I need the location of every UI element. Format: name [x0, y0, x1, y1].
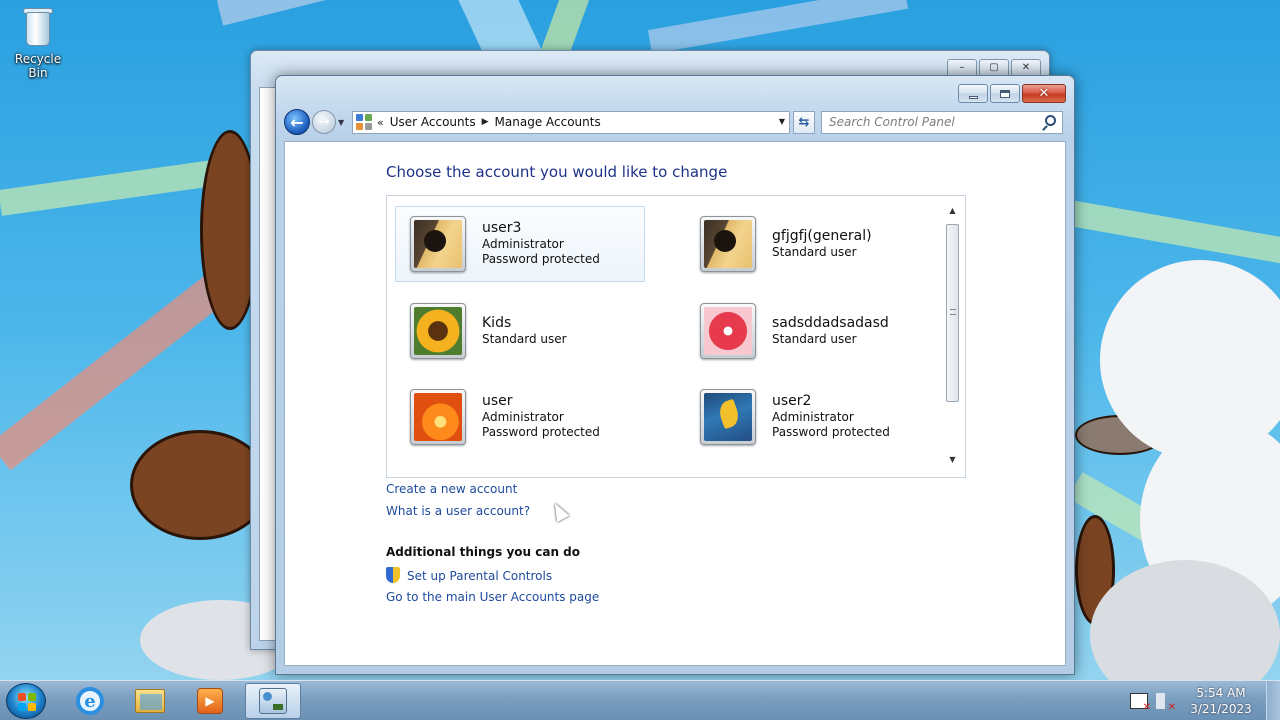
account-picture-frame [700, 389, 756, 445]
breadcrumb-separator-icon[interactable]: ▶ [482, 117, 489, 127]
scroll-down-icon[interactable]: ▼ [944, 455, 961, 469]
account-picture-frame [410, 216, 466, 272]
main-user-accounts-link[interactable]: Go to the main User Accounts page [386, 590, 599, 604]
grip-icon [950, 309, 956, 315]
arrow-right-icon: → [318, 114, 330, 130]
orange-flower-picture-icon [414, 393, 462, 441]
close-icon: ✕ [1038, 86, 1050, 101]
maximize-icon [1000, 89, 1010, 98]
clock[interactable]: 5:54 AM 3/21/2023 [1182, 685, 1260, 717]
taskbar-file-explorer[interactable] [122, 683, 178, 719]
maximize-button[interactable] [990, 84, 1020, 103]
control-panel-icon [259, 688, 287, 714]
account-picture-frame [700, 303, 756, 359]
parental-controls-link[interactable]: Set up Parental Controls [386, 567, 552, 583]
taskbar-control-panel[interactable] [245, 683, 301, 719]
account-name: user [482, 393, 513, 409]
start-button[interactable] [6, 683, 46, 719]
account-user2[interactable]: user2 Administrator Password protected [685, 379, 935, 455]
navigation-bar: ← → ▼ « User Accounts ▶ Manage Accounts … [284, 108, 1066, 136]
leaf-picture-icon [704, 393, 752, 441]
forward-button[interactable]: → [312, 110, 336, 134]
page-title: Choose the account you would like to cha… [386, 163, 728, 181]
account-name: gfjgfj(general) [772, 227, 872, 244]
account-kids[interactable]: Kids Standard user [395, 293, 645, 369]
account-status: Password protected [482, 425, 600, 439]
media-player-icon: ▶ [197, 688, 223, 714]
sunflower-picture-icon [414, 307, 462, 355]
breadcrumb-user-accounts[interactable]: User Accounts [390, 115, 476, 129]
what-is-user-account-link[interactable]: What is a user account? [386, 504, 530, 518]
account-type: Standard user [772, 331, 857, 346]
account-type: Standard user [482, 331, 567, 346]
account-sadsddadsadasd[interactable]: sadsddadsadasd Standard user [685, 293, 935, 369]
arrow-left-icon: ← [290, 112, 304, 132]
account-type: Standard user [772, 244, 857, 259]
parental-controls-label: Set up Parental Controls [407, 569, 553, 583]
minimize-icon [968, 95, 978, 99]
system-tray: 5:54 AM 3/21/2023 [1130, 681, 1280, 720]
breadcrumb: User Accounts ▶ Manage Accounts [390, 115, 601, 129]
account-picture-frame [410, 389, 466, 445]
show-desktop-button[interactable] [1266, 681, 1280, 720]
recent-pages-dropdown[interactable]: ▼ [338, 118, 348, 127]
recycle-bin-shortcut[interactable]: Recycle Bin [4, 6, 72, 80]
account-name: user2 [772, 393, 812, 409]
account-picture-frame [410, 303, 466, 359]
search-icon[interactable] [1045, 114, 1056, 126]
account-type: Administrator [482, 237, 564, 251]
volume-muted-icon[interactable] [1156, 693, 1176, 713]
clock-date: 3/21/2023 [1190, 702, 1252, 716]
taskbar: e ▶ 5:54 AM 3/21/2023 [0, 680, 1280, 720]
account-name: user3 [482, 220, 522, 236]
address-bar[interactable]: « User Accounts ▶ Manage Accounts ▼ [352, 110, 790, 134]
network-disconnected-icon[interactable] [1130, 693, 1151, 713]
account-status: Password protected [772, 425, 890, 439]
manage-accounts-window[interactable]: ✕ ← → ▼ « User Accounts ▶ Manage Account… [275, 75, 1075, 675]
windows-flag-icon [18, 693, 36, 711]
account-user3[interactable]: user3 Administrator Password protected [395, 206, 645, 282]
guitar-picture-icon [704, 220, 752, 268]
additional-things-heading: Additional things you can do [386, 545, 581, 559]
uac-shield-icon [386, 567, 400, 583]
breadcrumb-overflow-icon[interactable]: « [377, 116, 384, 129]
internet-explorer-icon: e [76, 687, 104, 715]
refresh-icon: ⇆ [798, 114, 810, 130]
account-status: Password protected [482, 252, 600, 266]
breadcrumb-manage-accounts[interactable]: Manage Accounts [495, 115, 601, 129]
account-gfjgfj-general[interactable]: gfjgfj(general) Standard user [685, 206, 935, 282]
address-dropdown-icon[interactable]: ▼ [779, 117, 785, 126]
account-type: Administrator [482, 410, 564, 424]
account-picture-frame [700, 216, 756, 272]
taskbar-internet-explorer[interactable]: e [62, 683, 118, 719]
accounts-scrollbar[interactable]: ▲ ▼ [944, 206, 961, 469]
content-pane: Choose the account you would like to cha… [284, 141, 1066, 666]
starfish-picture-icon [704, 307, 752, 355]
file-explorer-icon [135, 689, 165, 713]
guitar-picture-icon [414, 220, 462, 268]
refresh-button[interactable]: ⇆ [793, 110, 815, 134]
create-account-link[interactable]: Create a new account [386, 482, 517, 496]
recycle-bin-label: Recycle Bin [14, 52, 62, 80]
clock-time: 5:54 AM [1196, 686, 1246, 700]
minimize-button[interactable] [958, 84, 988, 103]
account-name: Kids [482, 314, 512, 331]
account-name: sadsddadsadasd [772, 314, 889, 331]
recycle-bin-icon [22, 6, 54, 48]
scroll-thumb[interactable] [946, 224, 959, 402]
scroll-up-icon[interactable]: ▲ [944, 206, 961, 220]
back-button[interactable]: ← [284, 109, 310, 135]
accounts-list: user3 Administrator Password protected g… [386, 195, 966, 478]
account-type: Administrator [772, 410, 854, 424]
account-user[interactable]: user Administrator Password protected [395, 379, 645, 455]
close-button[interactable]: ✕ [1022, 84, 1066, 103]
search-box[interactable]: Search Control Panel [821, 110, 1063, 134]
control-panel-icon [356, 114, 372, 130]
search-input[interactable]: Search Control Panel [829, 115, 955, 129]
taskbar-media-player[interactable]: ▶ [182, 683, 238, 719]
